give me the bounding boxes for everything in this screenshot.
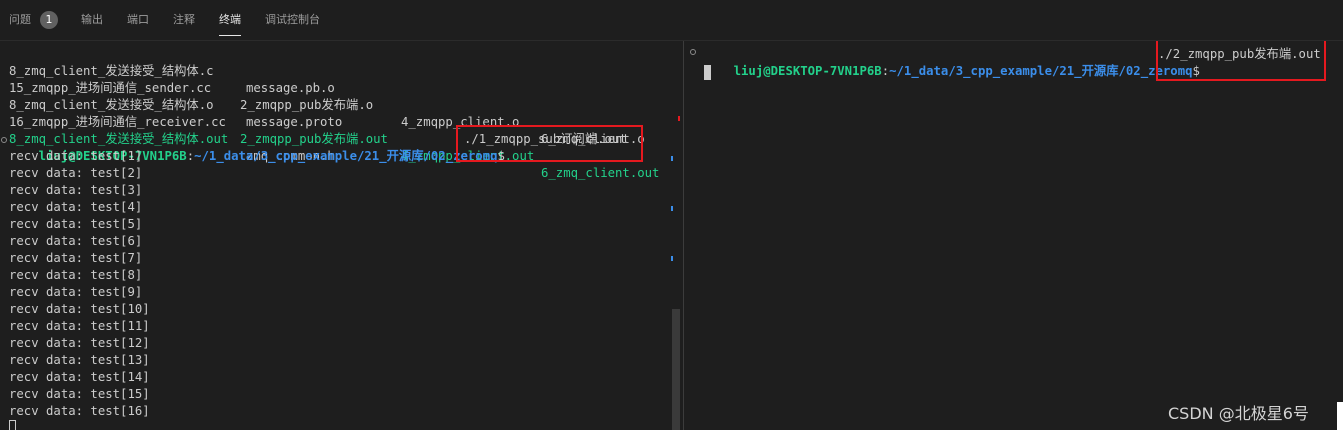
tab-ports[interactable]: 端口 — [127, 13, 149, 27]
prompt-path: ~/1_data/3_cpp_example/21_开源库/02_zeromq — [194, 149, 498, 163]
terminal-right[interactable]: liuj@DESKTOP-7VN1P6B:~/1_data/3_cpp_exam… — [683, 41, 1343, 430]
tab-terminal[interactable]: 终端 — [219, 13, 241, 36]
output-line: recv data: test[5] — [9, 217, 143, 231]
highlight-box-pub-command — [1156, 41, 1326, 81]
scroll-marker — [671, 256, 673, 261]
corner-fragment — [1337, 402, 1343, 430]
active-tab-indicator — [219, 35, 241, 36]
prompt-line: liuj@DESKTOP-7VN1P6B:~/1_data/3_cpp_exam… — [38, 149, 505, 163]
ls-entry: 16_zmqpp_进场间通信_receiver.cc — [9, 115, 226, 129]
output-line: recv data: test[10] — [9, 302, 150, 316]
panel-tab-bar: 问题 1 输出 端口 注释 终端 调试控制台 — [0, 0, 1343, 41]
ls-row: 8_zmq_client_发送接受_结构体.out zmq_common.h — [9, 114, 335, 163]
terminal-cursor — [9, 420, 16, 430]
ls-entry: message.pb.o — [246, 81, 335, 95]
output-line: recv data: test[3] — [9, 183, 143, 197]
tab-problems[interactable]: 问题 — [9, 13, 31, 27]
problems-count-badge: 1 — [40, 11, 58, 29]
scrollbar-thumb[interactable] — [672, 309, 680, 430]
tab-comments[interactable]: 注释 — [173, 13, 195, 27]
output-line: recv data: test[15] — [9, 387, 150, 401]
ls-row: 16_zmqpp_进场间通信_receiver.cc 2_zmqpp_pub发布… — [9, 97, 659, 180]
left-terminal-scrollbar[interactable] — [671, 41, 681, 430]
scroll-marker — [671, 206, 673, 211]
csdn-watermark: CSDN @北极星6号 — [1168, 404, 1309, 423]
highlight-box-sub-command — [456, 125, 643, 162]
output-line: recv data: test[6] — [9, 234, 143, 248]
ls-executable: 6_zmq_client.out — [541, 166, 660, 180]
ls-entry: message.proto — [246, 115, 343, 129]
scroll-marker — [678, 116, 680, 121]
prompt-user: liuj@DESKTOP-7VN1P6B — [733, 64, 882, 78]
ls-entry: 8_zmq_client_发送接受_结构体.o — [9, 98, 214, 112]
tab-terminal-label: 终端 — [219, 13, 241, 26]
terminal-left[interactable]: 8_zmq_client_发送接受_结构体.c message.pb.o 15_… — [0, 41, 669, 430]
command-status-dot[interactable] — [1, 137, 7, 143]
output-line: recv data: test[2] — [9, 166, 143, 180]
output-line: recv data: test[16] — [9, 404, 150, 418]
ls-row: 15_zmqpp_进场间通信_sender.cc 2_zmqpp_pub发布端.… — [9, 63, 645, 146]
scroll-marker — [671, 156, 673, 161]
tab-output[interactable]: 输出 — [81, 13, 103, 27]
output-line: recv data: test[11] — [9, 319, 150, 333]
output-line: recv data: test[13] — [9, 353, 150, 367]
output-line: recv data: test[8] — [9, 268, 143, 282]
ls-entry: 2_zmqpp_pub发布端.o — [240, 98, 374, 112]
ls-row: 8_zmq_client_发送接受_结构体.c message.pb.o — [9, 46, 335, 95]
tab-debug-console[interactable]: 调试控制台 — [265, 13, 320, 27]
ls-row: 8_zmq_client_发送接受_结构体.o message.proto — [9, 80, 342, 129]
output-line: recv data: test[9] — [9, 285, 143, 299]
output-line: recv data: test[14] — [9, 370, 150, 384]
output-line: recv data: test[1] — [9, 149, 143, 163]
ls-entry: 8_zmq_client_发送接受_结构体.c — [9, 64, 214, 78]
prompt-line: liuj@DESKTOP-7VN1P6B:~/1_data/3_cpp_exam… — [733, 64, 1200, 78]
ls-entry: 15_zmqpp_进场间通信_sender.cc — [9, 81, 212, 95]
output-line: recv data: test[4] — [9, 200, 143, 214]
output-line: recv data: test[7] — [9, 251, 143, 265]
prompt-path: ~/1_data/3_cpp_example/21_开源库/02_zeromq — [889, 64, 1193, 78]
terminal-cursor — [704, 65, 711, 80]
command-status-dot[interactable] — [690, 49, 696, 55]
output-line: recv data: test[12] — [9, 336, 150, 350]
